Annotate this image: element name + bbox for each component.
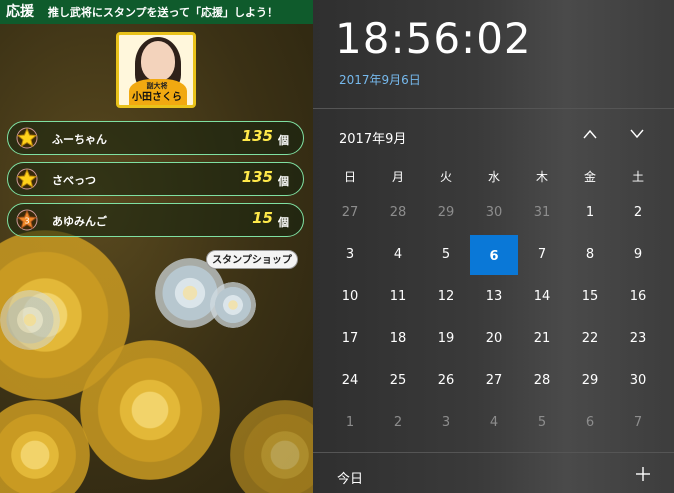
- gold-star-badge-icon: [16, 127, 38, 149]
- calendar-day[interactable]: 7: [518, 235, 566, 275]
- calendar-day[interactable]: 1: [566, 193, 614, 233]
- weekday-label: 金: [583, 170, 596, 184]
- calendar-day[interactable]: 5: [518, 403, 566, 443]
- clock-time: 18:56:02: [335, 14, 532, 63]
- ranking-row: ふーちゃん 135 個: [7, 121, 304, 155]
- next-month-button[interactable]: [626, 126, 648, 146]
- stamp-count: 135: [241, 127, 273, 145]
- svg-text:3: 3: [24, 217, 29, 226]
- calendar-day[interactable]: 27: [326, 193, 374, 233]
- calendar-day[interactable]: 29: [422, 193, 470, 233]
- clock-calendar-flyout: 18:56:02 2017年9月6日 2017年9月 日月火水木金土 27 28 2…: [313, 0, 674, 493]
- calendar-day[interactable]: 2: [374, 403, 422, 443]
- calendar-day[interactable]: 28: [374, 193, 422, 233]
- calendar-day[interactable]: 11: [374, 277, 422, 317]
- chevron-down-icon: [630, 129, 644, 139]
- calendar-day[interactable]: 22: [566, 319, 614, 359]
- weekday-label: 火: [439, 170, 452, 184]
- calendar-day[interactable]: 28: [518, 361, 566, 401]
- calendar-day[interactable]: 19: [422, 319, 470, 359]
- calendar-day[interactable]: 18: [374, 319, 422, 359]
- stamp-shop-button[interactable]: スタンプショップ: [206, 250, 298, 269]
- supporter-name: あゆみんご: [52, 215, 107, 228]
- ranking-row: 3 あゆみんご 15 個: [7, 203, 304, 237]
- calendar-day[interactable]: 24: [326, 361, 374, 401]
- divider: [313, 108, 674, 109]
- calendar-day[interactable]: 7: [614, 403, 662, 443]
- calendar-day[interactable]: 25: [374, 361, 422, 401]
- calendar-day[interactable]: 30: [470, 193, 518, 233]
- calendar-day[interactable]: 27: [470, 361, 518, 401]
- calendar-day[interactable]: 13: [470, 277, 518, 317]
- previous-month-button[interactable]: [579, 126, 601, 146]
- calendar-day[interactable]: 2: [614, 193, 662, 233]
- header-title: 応援: [6, 4, 34, 20]
- chrysanthemum-decoration: [210, 282, 256, 328]
- calendar-day[interactable]: 26: [422, 361, 470, 401]
- calendar-day[interactable]: 5: [422, 235, 470, 275]
- date-link[interactable]: 2017年9月6日: [339, 71, 421, 88]
- count-unit: 個: [278, 175, 289, 188]
- calendar-day[interactable]: 3: [422, 403, 470, 443]
- calendar-day[interactable]: 31: [518, 193, 566, 233]
- calendar-day[interactable]: 15: [566, 277, 614, 317]
- divider: [313, 452, 674, 453]
- calendar-day[interactable]: 4: [374, 235, 422, 275]
- game-header: 応援 推し武将にスタンプを送って「応援」しよう！: [0, 0, 313, 24]
- weekday-label: 水: [487, 170, 500, 184]
- calendar-day[interactable]: 21: [518, 319, 566, 359]
- weekday-label: 月: [391, 170, 404, 184]
- calendar-day[interactable]: 4: [470, 403, 518, 443]
- calendar-day[interactable]: 16: [614, 277, 662, 317]
- weekday-label: 土: [631, 170, 644, 184]
- month-label[interactable]: 2017年9月: [339, 128, 406, 147]
- chrysanthemum-decoration: [80, 340, 220, 480]
- weekday-label: 日: [343, 170, 356, 184]
- calendar-day[interactable]: 10: [326, 277, 374, 317]
- count-unit: 個: [278, 134, 289, 147]
- calendar-day[interactable]: 14: [518, 277, 566, 317]
- calendar-day[interactable]: 29: [566, 361, 614, 401]
- chrysanthemum-decoration: [0, 400, 90, 493]
- ranking-row: さべっつ 135 個: [7, 162, 304, 196]
- weekday-label: 木: [535, 170, 548, 184]
- supporter-name: さべっつ: [52, 174, 96, 187]
- today-label: 今日: [337, 472, 364, 487]
- count-unit: 個: [278, 216, 289, 229]
- calendar-day-today[interactable]: 6: [470, 235, 518, 275]
- add-event-button[interactable]: [631, 462, 655, 486]
- portrait-face: [141, 41, 175, 81]
- calendar-day[interactable]: 30: [614, 361, 662, 401]
- header-subtitle: 推し武将にスタンプを送って「応援」しよう！: [47, 6, 278, 19]
- chrysanthemum-decoration: [0, 290, 60, 350]
- chrysanthemum-decoration: [230, 400, 313, 493]
- orange-star-badge-icon: 3: [16, 209, 38, 231]
- calendar-day[interactable]: 6: [566, 403, 614, 443]
- calendar-day[interactable]: 12: [422, 277, 470, 317]
- gold-star-badge-icon: [16, 168, 38, 190]
- stamp-count: 135: [241, 168, 273, 186]
- warlord-portrait[interactable]: 副大将 小田さくら: [116, 32, 196, 108]
- supporter-name: ふーちゃん: [52, 133, 107, 146]
- calendar-day[interactable]: 23: [614, 319, 662, 359]
- calendar-day[interactable]: 3: [326, 235, 374, 275]
- portrait-name: 小田さくら: [132, 92, 182, 103]
- calendar-day[interactable]: 17: [326, 319, 374, 359]
- plus-icon: [636, 467, 650, 481]
- calendar-day[interactable]: 20: [470, 319, 518, 359]
- game-panel: 応援 推し武将にスタンプを送って「応援」しよう！ 副大将 小田さくら ふーちゃん…: [0, 0, 313, 493]
- calendar-day[interactable]: 9: [614, 235, 662, 275]
- chevron-up-icon: [583, 129, 597, 139]
- calendar-day[interactable]: 8: [566, 235, 614, 275]
- stamp-count: 15: [252, 209, 273, 227]
- calendar-day[interactable]: 1: [326, 403, 374, 443]
